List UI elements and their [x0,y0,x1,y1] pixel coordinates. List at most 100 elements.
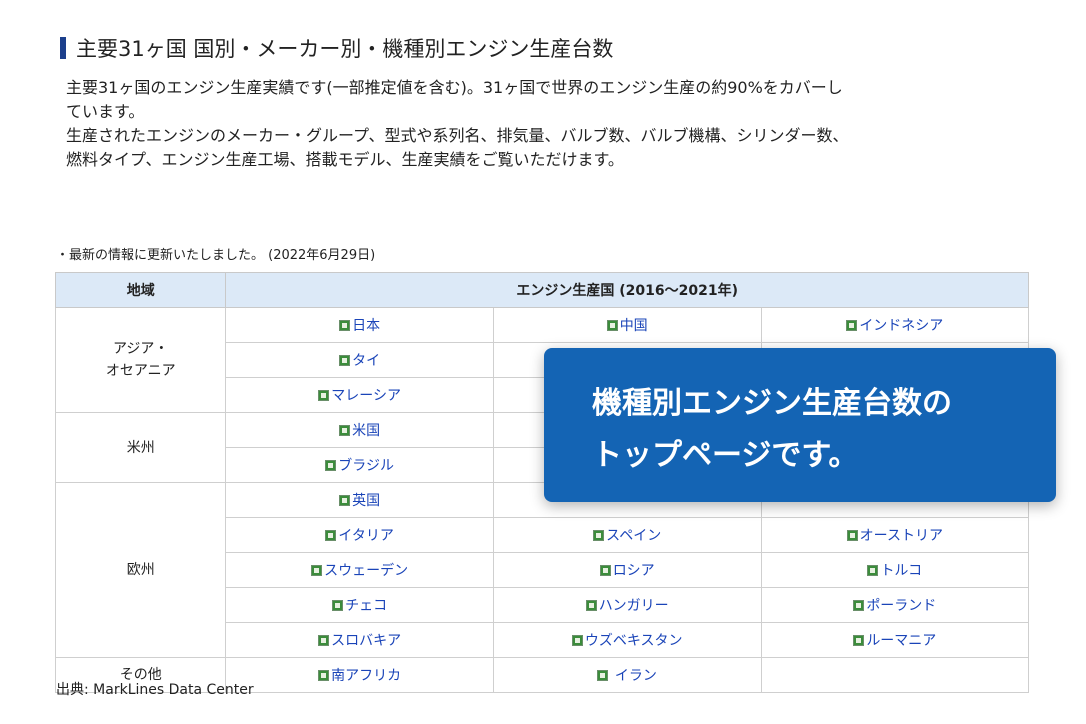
country-link[interactable]: オーストリア [846,528,943,544]
country-link[interactable]: マレーシア [318,388,401,404]
country-cell [760,657,1030,693]
excel-file-icon [867,565,879,576]
country-link[interactable]: トルコ [867,563,922,579]
excel-file-icon [339,495,351,506]
description-line: 主要31ヶ国のエンジン生産実績です(一部推定値を含む)。31ヶ国で世界のエンジン… [66,78,843,97]
excel-file-icon [325,460,337,471]
excel-file-icon [585,600,597,611]
description-line: 燃料タイプ、エンジン生産工場、搭載モデル、生産実績をご覧いただけます。 [66,150,624,169]
country-label: 日本 [352,318,381,334]
popup-line: トップページです。 [592,438,859,473]
excel-file-icon [853,600,865,611]
region-label: アジア・ [112,341,169,357]
country-label: スロバキア [331,633,402,649]
country-cell: オーストリア [760,517,1030,553]
country-link[interactable]: 英国 [339,493,380,509]
region-cell: アジア・ オセアニア [54,307,227,413]
country-link[interactable]: 米国 [339,423,380,439]
excel-file-icon [571,635,583,646]
excel-file-icon [325,530,337,541]
excel-file-icon [593,530,605,541]
country-cell: 南アフリカ [225,657,494,693]
country-label: ハンガリー [598,598,669,614]
update-note: ・最新の情報に更新いたしました。 (2022年6月29日) [56,248,376,263]
country-cell: スペイン [492,517,762,553]
region-label: オセアニア [105,363,176,379]
country-label: スペイン [606,528,662,544]
country-cell: 日本 [225,307,494,343]
country-link[interactable]: 南アフリカ [318,668,401,684]
country-label: ロシア [612,563,655,579]
country-link[interactable]: 中国 [606,318,648,334]
excel-file-icon [599,565,611,576]
page-title-text: 主要31ヶ国 国別・メーカー別・機種別エンジン生産台数 [76,37,614,61]
country-label: タイ [352,353,381,369]
region-cell: 米州 [54,412,227,483]
page-title: 主要31ヶ国 国別・メーカー別・機種別エンジン生産台数 [60,34,613,62]
region-cell: 欧州 [54,482,227,658]
tooltip-popup: 機種別エンジン生産台数の トップページです。 [544,348,1056,502]
country-link[interactable]: スロバキア [318,633,401,649]
country-label: 米国 [352,423,381,439]
country-label: スウェーデン [324,563,409,579]
country-cell: イタリア [225,517,494,553]
country-link[interactable]: チェコ [332,598,387,614]
country-link[interactable]: ロシア [599,563,655,579]
page-description: 主要31ヶ国のエンジン生産実績です(一部推定値を含む)。31ヶ国で世界のエンジン… [66,76,1026,172]
excel-file-icon [318,390,330,401]
country-link[interactable]: イラン [597,668,657,684]
country-cell: ポーランド [760,587,1030,623]
country-cell: スウェーデン [225,552,494,588]
country-label: オーストリア [859,528,943,544]
excel-file-icon [846,530,858,541]
excel-file-icon [846,320,858,331]
source-credit: 出典: MarkLines Data Center [56,682,254,698]
country-cell: チェコ [225,587,494,623]
header-region: 地域 [54,272,227,308]
country-label: マレーシア [331,388,401,404]
country-link[interactable]: イタリア [325,528,394,544]
excel-file-icon [339,320,351,331]
excel-file-icon [853,635,865,646]
excel-file-icon [318,670,330,681]
country-cell: トルコ [760,552,1030,588]
excel-file-icon [318,635,330,646]
description-line: 生産されたエンジンのメーカー・グループ、型式や系列名、排気量、バルブ数、バルブ機… [66,126,849,145]
country-label: イラン [610,668,657,684]
country-link[interactable]: スウェーデン [311,563,408,579]
country-link[interactable]: インドネシア [846,318,943,334]
country-cell: インドネシア [760,307,1030,343]
country-cell: マレーシア [225,377,494,413]
country-label: ブラジル [338,458,394,474]
country-link[interactable]: ポーランド [853,598,936,614]
country-link[interactable]: ウズベキスタン [571,633,683,649]
country-link[interactable]: タイ [339,353,380,369]
country-link[interactable]: ブラジル [325,458,394,474]
title-accent-bar [60,37,66,59]
excel-file-icon [606,320,618,331]
region-label: 米州 [126,439,155,456]
header-countries: エンジン生産国 (2016～2021年) [225,272,1029,308]
country-cell: イラン [492,657,762,693]
country-link[interactable]: 日本 [339,318,380,334]
country-label: チェコ [345,598,388,614]
table-header-row: 地域 エンジン生産国 (2016～2021年) [54,272,1029,308]
country-label: 南アフリカ [331,668,402,684]
country-cell: 中国 [492,307,762,343]
country-cell: 英国 [225,482,494,518]
excel-file-icon [311,565,323,576]
country-label: インドネシア [859,318,944,334]
table-row: アジア・オセアニア 日本 中国 インドネシア [54,307,1030,413]
country-label: ポーランド [866,598,937,614]
excel-file-icon [332,600,344,611]
excel-file-icon [597,670,609,681]
country-cell: ウズベキスタン [492,622,762,658]
country-label: ルーマニア [866,633,937,649]
country-link[interactable]: スペイン [593,528,661,544]
country-cell: ロシア [492,552,762,588]
country-link[interactable]: ハンガリー [585,598,669,614]
excel-file-icon [339,355,351,366]
country-label: ウズベキスタン [584,633,683,649]
country-cell: ブラジル [225,447,494,483]
country-link[interactable]: ルーマニア [853,633,936,649]
